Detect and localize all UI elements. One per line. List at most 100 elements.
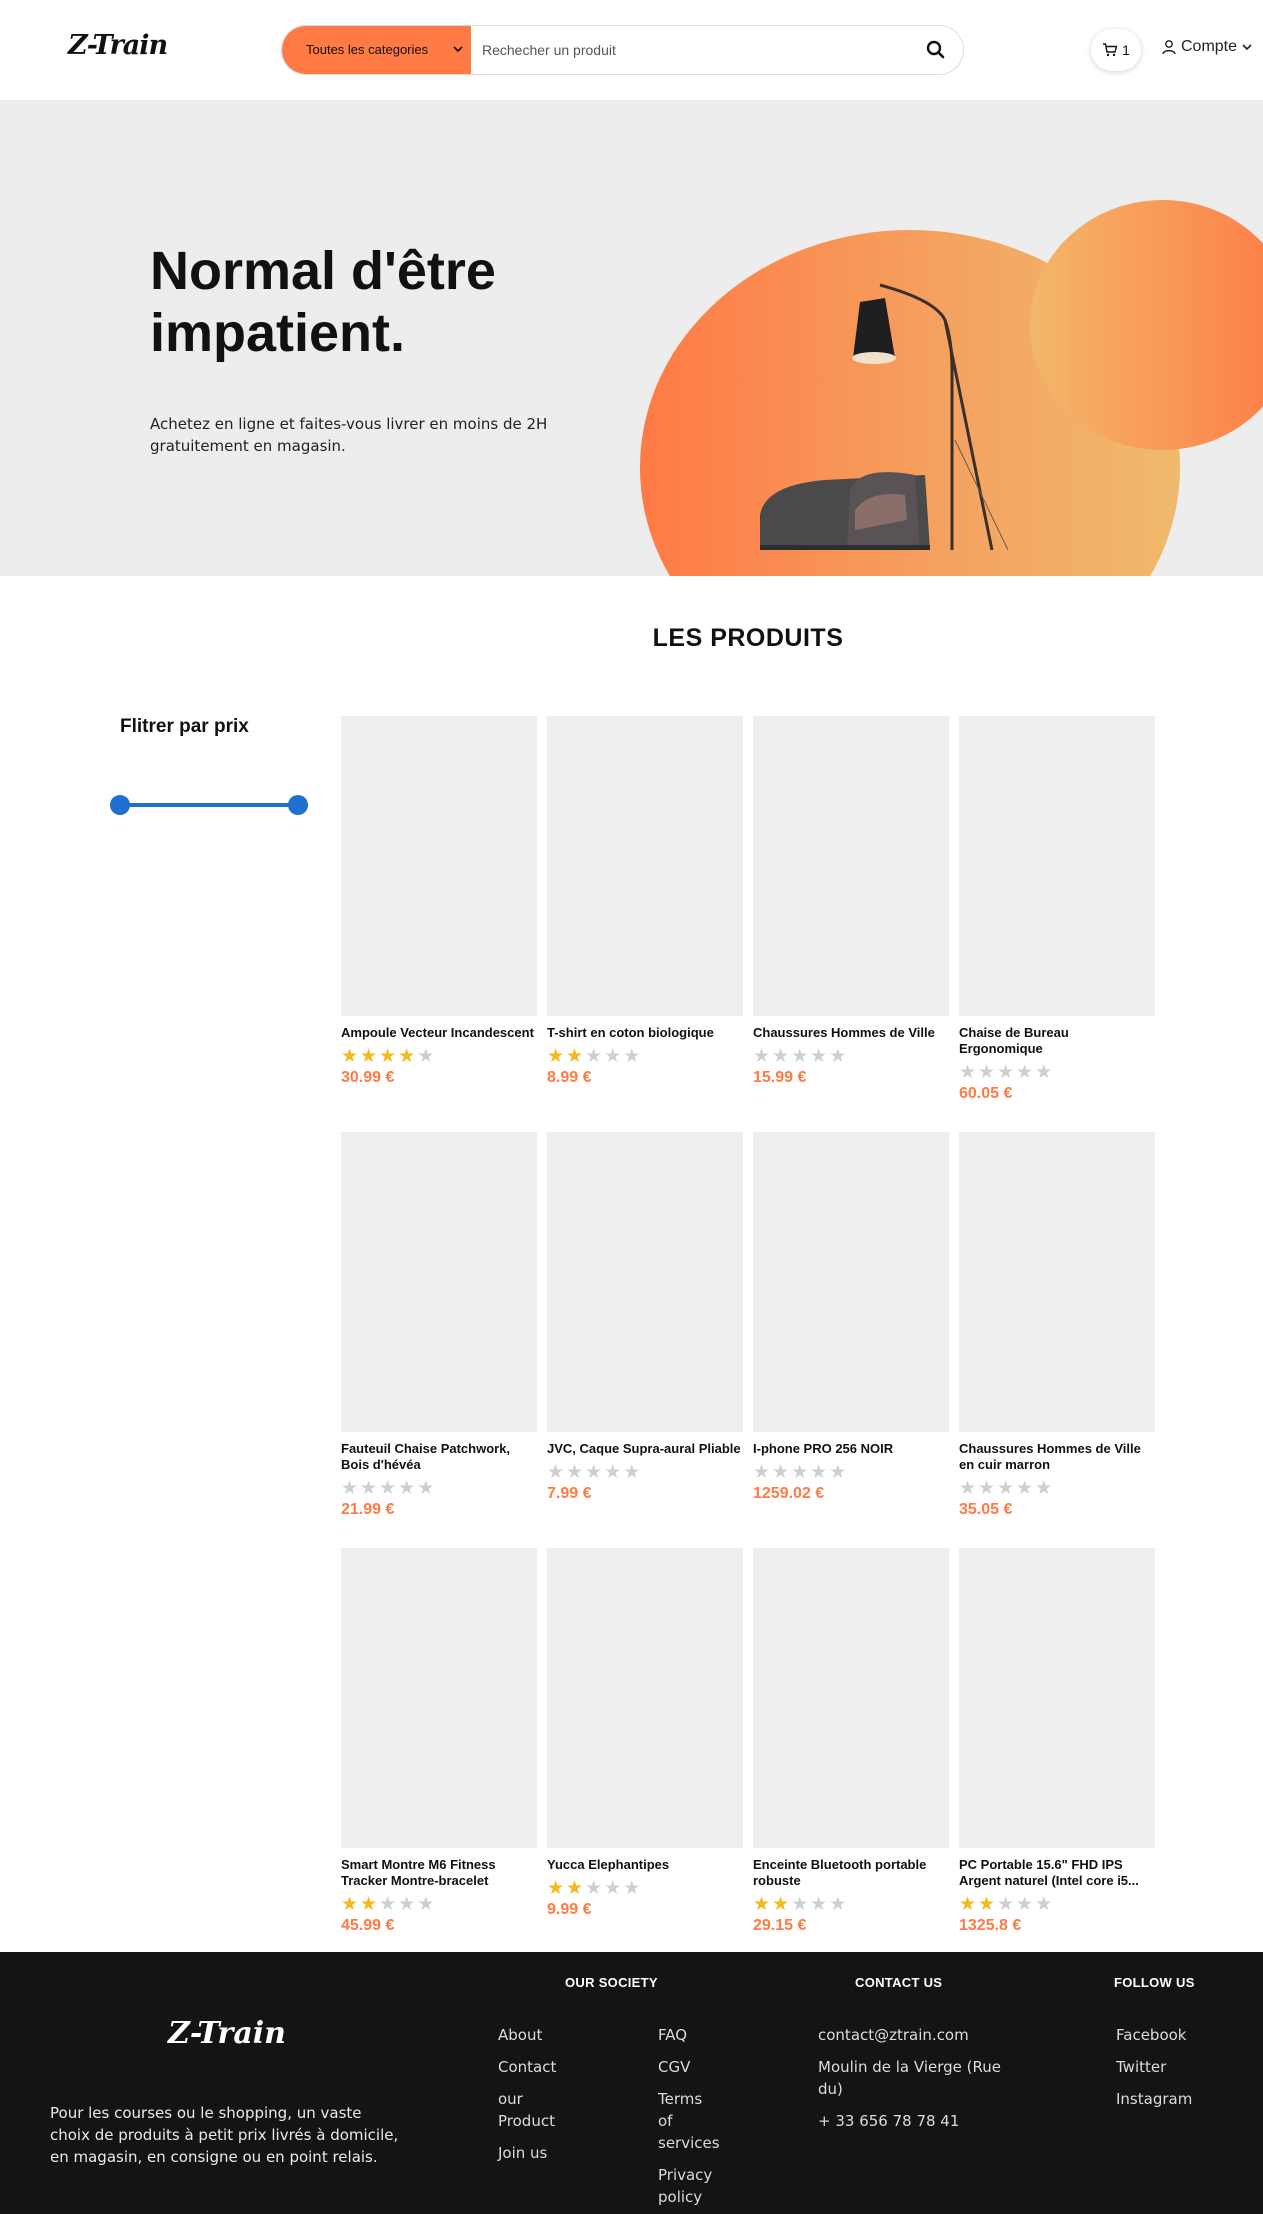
star-icon: ★ <box>829 1045 847 1067</box>
product-name[interactable]: JVC, Caque Supra-aural Pliable <box>547 1441 743 1457</box>
product-name[interactable]: Enceinte Bluetooth portable robuste <box>753 1857 949 1889</box>
product-image[interactable] <box>959 1548 1155 1848</box>
slider-min-handle[interactable] <box>110 795 130 815</box>
product-name[interactable]: Yucca Elephantipes <box>547 1857 743 1873</box>
product-name[interactable]: Chaussures Hommes de Ville <box>753 1025 949 1041</box>
footer-link-contact[interactable]: Contact <box>498 2056 608 2078</box>
lamp-armchair-illustration <box>760 283 1009 550</box>
product-image[interactable] <box>547 1132 743 1432</box>
star-icon: ★ <box>585 1461 603 1483</box>
product-price: 21.99 € <box>341 1501 395 1518</box>
star-icon: ★ <box>772 1045 790 1067</box>
star-icon: ★ <box>341 1893 359 1915</box>
hero-title-line2: impatient. <box>150 303 406 363</box>
star-icon: ★ <box>997 1477 1015 1499</box>
product-name[interactable]: I-phone PRO 256 NOIR <box>753 1441 949 1457</box>
product-card[interactable]: I-phone PRO 256 NOIR ★ ★ ★ ★ ★ 1259.02 € <box>753 1132 949 1503</box>
product-rating: ★ ★ ★ ★ ★ <box>341 1478 537 1498</box>
star-icon: ★ <box>417 1893 435 1915</box>
star-icon: ★ <box>623 1877 641 1899</box>
star-icon: ★ <box>379 1893 397 1915</box>
cart-button[interactable]: 1 <box>1091 29 1141 71</box>
product-card[interactable]: PC Portable 15.6" FHD IPS Argent naturel… <box>959 1548 1155 1935</box>
star-icon: ★ <box>753 1893 771 1915</box>
footer-link-join-us[interactable]: Join us <box>498 2142 608 2164</box>
footer-link-our-product[interactable]: our Product <box>498 2088 568 2132</box>
product-image[interactable] <box>753 1548 949 1848</box>
star-icon: ★ <box>341 1045 359 1067</box>
product-image[interactable] <box>547 716 743 1016</box>
star-icon: ★ <box>547 1461 565 1483</box>
product-card[interactable]: T-shirt en coton biologique ★ ★ ★ ★ ★ 8.99 € <box>547 716 743 1087</box>
footer-link-terms[interactable]: Terms of services <box>658 2088 720 2154</box>
footer-link-facebook[interactable]: Facebook <box>1116 2024 1236 2046</box>
price-range-slider[interactable] <box>110 795 308 815</box>
product-card[interactable]: Enceinte Bluetooth portable robuste ★ ★ ★ ★ ★… <box>753 1548 949 1935</box>
product-card[interactable]: Smart Montre M6 Fitness Tracker Montre-b… <box>341 1548 537 1935</box>
star-icon: ★ <box>1016 1061 1034 1083</box>
product-name[interactable]: Fauteuil Chaise Patchwork, Bois d'hévéa <box>341 1441 537 1473</box>
product-card[interactable]: Ampoule Vecteur Incandescent ★ ★ ★ ★ ★ 30.99 € <box>341 716 537 1087</box>
slider-max-handle[interactable] <box>288 795 308 815</box>
footer-link-instagram[interactable]: Instagram <box>1116 2088 1236 2110</box>
star-icon: ★ <box>1035 1893 1053 1915</box>
product-name[interactable]: Chaussures Hommes de Ville en cuir marro… <box>959 1441 1155 1473</box>
star-icon: ★ <box>417 1045 435 1067</box>
star-icon: ★ <box>566 1461 584 1483</box>
footer-link-about[interactable]: About <box>498 2024 608 2046</box>
footer-contact-address: Moulin de la Vierge (Rue du) <box>818 2058 1001 2098</box>
product-price: 7.99 € <box>547 1485 592 1502</box>
product-image[interactable] <box>959 1132 1155 1432</box>
product-card[interactable]: Chaise de Bureau Ergonomique ★ ★ ★ ★ ★ 60.05 € <box>959 716 1155 1103</box>
star-icon: ★ <box>997 1893 1015 1915</box>
product-price: 9.99 € <box>547 1901 592 1918</box>
product-card[interactable]: Chaussures Hommes de Ville ★ ★ ★ ★ ★ 15.99 € <box>753 716 949 1087</box>
search-bar: Toutes les categories <box>281 25 964 75</box>
products-section-title: LES PRODUITS <box>652 624 844 652</box>
product-name[interactable]: Smart Montre M6 Fitness Tracker Montre-b… <box>341 1857 537 1889</box>
product-image[interactable] <box>753 716 949 1016</box>
product-image[interactable] <box>959 716 1155 1016</box>
category-select-label: Toutes les categories <box>306 42 429 57</box>
footer-link-privacy[interactable]: Privacy policy <box>658 2164 716 2208</box>
product-card[interactable]: Fauteuil Chaise Patchwork, Bois d'hévéa ★… <box>341 1132 537 1519</box>
product-rating: ★ ★ ★ ★ ★ <box>959 1478 1155 1498</box>
star-icon: ★ <box>604 1877 622 1899</box>
star-icon: ★ <box>791 1045 809 1067</box>
star-icon: ★ <box>585 1045 603 1067</box>
product-image[interactable] <box>753 1132 949 1432</box>
hero-banner: Normal d'être impatient. Achetez en lign… <box>0 100 1263 576</box>
star-icon: ★ <box>753 1461 771 1483</box>
product-image[interactable] <box>547 1548 743 1848</box>
search-input[interactable] <box>471 26 891 74</box>
footer-contact-info: contact@ztrain.com Moulin de la Vierge (… <box>818 2024 1008 2142</box>
product-card[interactable]: Yucca Elephantipes ★ ★ ★ ★ ★ 9.99 € <box>547 1548 743 1919</box>
footer-link-faq[interactable]: FAQ <box>658 2024 728 2046</box>
star-icon: ★ <box>772 1461 790 1483</box>
product-name[interactable]: Chaise de Bureau Ergonomique <box>959 1025 1155 1057</box>
site-footer: Z-Train Pour les courses ou le shopping,… <box>0 1952 1263 2214</box>
product-card[interactable]: Chaussures Hommes de Ville en cuir marro… <box>959 1132 1155 1519</box>
star-icon: ★ <box>566 1045 584 1067</box>
footer-logo[interactable]: Z-Train <box>168 2016 286 2051</box>
product-image[interactable] <box>341 1548 537 1848</box>
product-image[interactable] <box>341 716 537 1016</box>
product-image[interactable] <box>341 1132 537 1432</box>
star-icon: ★ <box>997 1061 1015 1083</box>
star-icon: ★ <box>379 1477 397 1499</box>
search-button[interactable] <box>923 37 949 63</box>
footer-link-twitter[interactable]: Twitter <box>1116 2056 1236 2078</box>
product-card[interactable]: JVC, Caque Supra-aural Pliable ★ ★ ★ ★ ★ 7.99 … <box>547 1132 743 1503</box>
star-icon: ★ <box>810 1461 828 1483</box>
footer-link-cgv[interactable]: CGV <box>658 2056 728 2078</box>
product-name[interactable]: PC Portable 15.6" FHD IPS Argent naturel… <box>959 1857 1155 1889</box>
category-select[interactable]: Toutes les categories <box>282 26 471 74</box>
product-price: 35.05 € <box>959 1501 1013 1518</box>
product-name[interactable]: Ampoule Vecteur Incandescent <box>341 1025 537 1041</box>
product-name[interactable]: T-shirt en coton biologique <box>547 1025 743 1041</box>
account-menu[interactable]: Compte <box>1162 38 1252 56</box>
footer-society-links-2: FAQ CGV Terms of services Privacy policy <box>658 2024 728 2214</box>
footer-heading-society: OUR SOCIETY <box>565 1975 658 1990</box>
logo[interactable]: Z-Train <box>68 30 168 61</box>
product-rating: ★ ★ ★ ★ ★ <box>753 1462 949 1482</box>
